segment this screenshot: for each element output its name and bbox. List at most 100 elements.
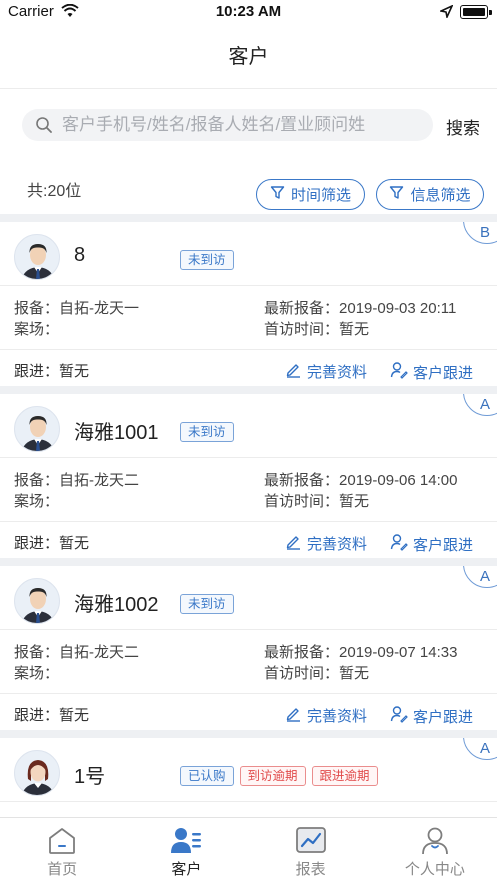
location-icon [438,4,454,23]
latest-report-field: 最新报备：2019-09-03 20:11 [264,297,456,318]
total-count: 共:20位 [27,183,82,200]
latest-report-label: 最新报备： [264,644,340,661]
customer-follow-button[interactable]: 客户跟进 [390,705,473,727]
customer-follow-label: 客户跟进 [413,364,474,382]
search-bar[interactable] [22,109,433,141]
edit-icon [285,361,302,382]
follow-field: 跟进：暂无 [14,360,89,381]
first-visit-label: 首访时间： [264,493,340,510]
search-icon [35,116,53,139]
clock: 10:23 AM [215,3,282,20]
report-icon [295,826,327,861]
grade-badge: A [463,738,497,760]
tab-bar: 首页 客户 报表 个人中心 [0,817,497,883]
first-visit-field: 首访时间：暂无 [264,490,369,511]
user-follow-icon [390,361,408,383]
report-value: 自拓-龙天二 [59,472,140,489]
search-input[interactable] [62,109,422,141]
grade-badge: A [463,394,497,416]
report-value: 自拓-龙天二 [59,644,140,661]
follow-field: 跟进：暂无 [14,532,89,553]
status-tags: 未到访 [180,594,234,614]
site-label: 案场： [14,493,60,510]
divider [0,349,497,350]
customer-name: 海雅1002 [74,594,159,616]
customer-follow-label: 客户跟进 [413,536,474,554]
complete-info-button[interactable]: 完善资料 [285,533,367,554]
battery-icon [460,5,492,19]
info-filter-button[interactable]: 信息筛选 [376,179,484,210]
grade-label: B [480,224,491,241]
grade-label: A [480,396,491,413]
divider [0,693,497,694]
customer-name: 海雅1001 [74,422,159,444]
status-bar: Carrier 10:23 AM [0,0,497,26]
report-field: 报备：自拓-龙天二 [14,641,139,662]
customer-card[interactable]: B 8 未到访 报备：自拓-龙天一 案场： 最新报备：2019-09-03 20… [0,222,497,386]
latest-report-value: 2019-09-03 20:11 [339,300,457,317]
complete-info-button[interactable]: 完善资料 [285,705,367,726]
section-gap [0,214,497,222]
status-tag: 已认购 [180,766,234,786]
customer-card[interactable]: A 海雅1002 未到访 报备：自拓-龙天二 案场： 最新报备：2019-09-… [0,566,497,730]
home-icon [47,826,77,861]
site-field: 案场： [14,662,59,683]
site-label: 案场： [14,665,60,682]
male-avatar [14,578,60,624]
male-avatar [14,406,60,452]
profile-icon [420,826,450,861]
follow-field: 跟进：暂无 [14,704,89,725]
search-button[interactable]: 搜索 [446,114,480,139]
section-gap [0,558,497,566]
customer-name: 1号 [74,766,106,788]
first-visit-value: 暂无 [339,321,370,338]
site-field: 案场： [14,490,59,511]
time-filter-button[interactable]: 时间筛选 [256,179,365,210]
first-visit-value: 暂无 [339,493,370,510]
latest-report-field: 最新报备：2019-09-06 14:00 [264,469,457,490]
customer-card[interactable]: A 海雅1001 未到访 报备：自拓-龙天二 案场： 最新报备：2019-09-… [0,394,497,558]
customer-card[interactable]: A 1号 已认购 到访逾期 跟进逾期 [0,738,497,817]
tab-customers[interactable]: 客户 [124,818,248,883]
divider [0,285,497,286]
customers-icon [170,826,202,861]
follow-label: 跟进： [14,535,60,552]
follow-value: 暂无 [59,363,90,380]
follow-label: 跟进： [14,363,60,380]
report-value: 自拓-龙天一 [59,300,140,317]
time-filter-label: 时间筛选 [290,187,351,204]
status-tags: 未到访 [180,250,234,270]
tab-label: 首页 [47,861,78,878]
customer-follow-button[interactable]: 客户跟进 [390,533,473,555]
tab-label: 报表 [295,861,326,878]
status-tag: 未到访 [180,422,234,442]
user-follow-icon [390,533,408,555]
user-follow-icon [390,705,408,727]
site-label: 案场： [14,321,60,338]
latest-report-field: 最新报备：2019-09-07 14:33 [264,641,457,662]
edit-icon [285,705,302,726]
follow-value: 暂无 [59,535,90,552]
complete-info-button[interactable]: 完善资料 [285,361,367,382]
site-field: 案场： [14,318,59,339]
divider [0,88,497,89]
section-gap [0,386,497,394]
grade-label: A [480,740,491,757]
latest-report-label: 最新报备： [264,300,340,317]
tab-label: 个人中心 [404,861,465,878]
report-field: 报备：自拓-龙天一 [14,297,139,318]
first-visit-label: 首访时间： [264,321,340,338]
tab-home[interactable]: 首页 [0,818,124,883]
customer-follow-button[interactable]: 客户跟进 [390,361,473,383]
tab-profile[interactable]: 个人中心 [373,818,497,883]
status-tag: 到访逾期 [239,766,306,786]
edit-icon [285,533,302,554]
section-gap [0,730,497,738]
filter-icon [389,185,404,204]
tab-report[interactable]: 报表 [249,818,373,883]
latest-report-label: 最新报备： [264,472,340,489]
report-label: 报备： [14,472,60,489]
complete-info-label: 完善资料 [307,364,368,381]
status-tag: 未到访 [180,250,234,270]
customer-name: 8 [74,244,86,266]
